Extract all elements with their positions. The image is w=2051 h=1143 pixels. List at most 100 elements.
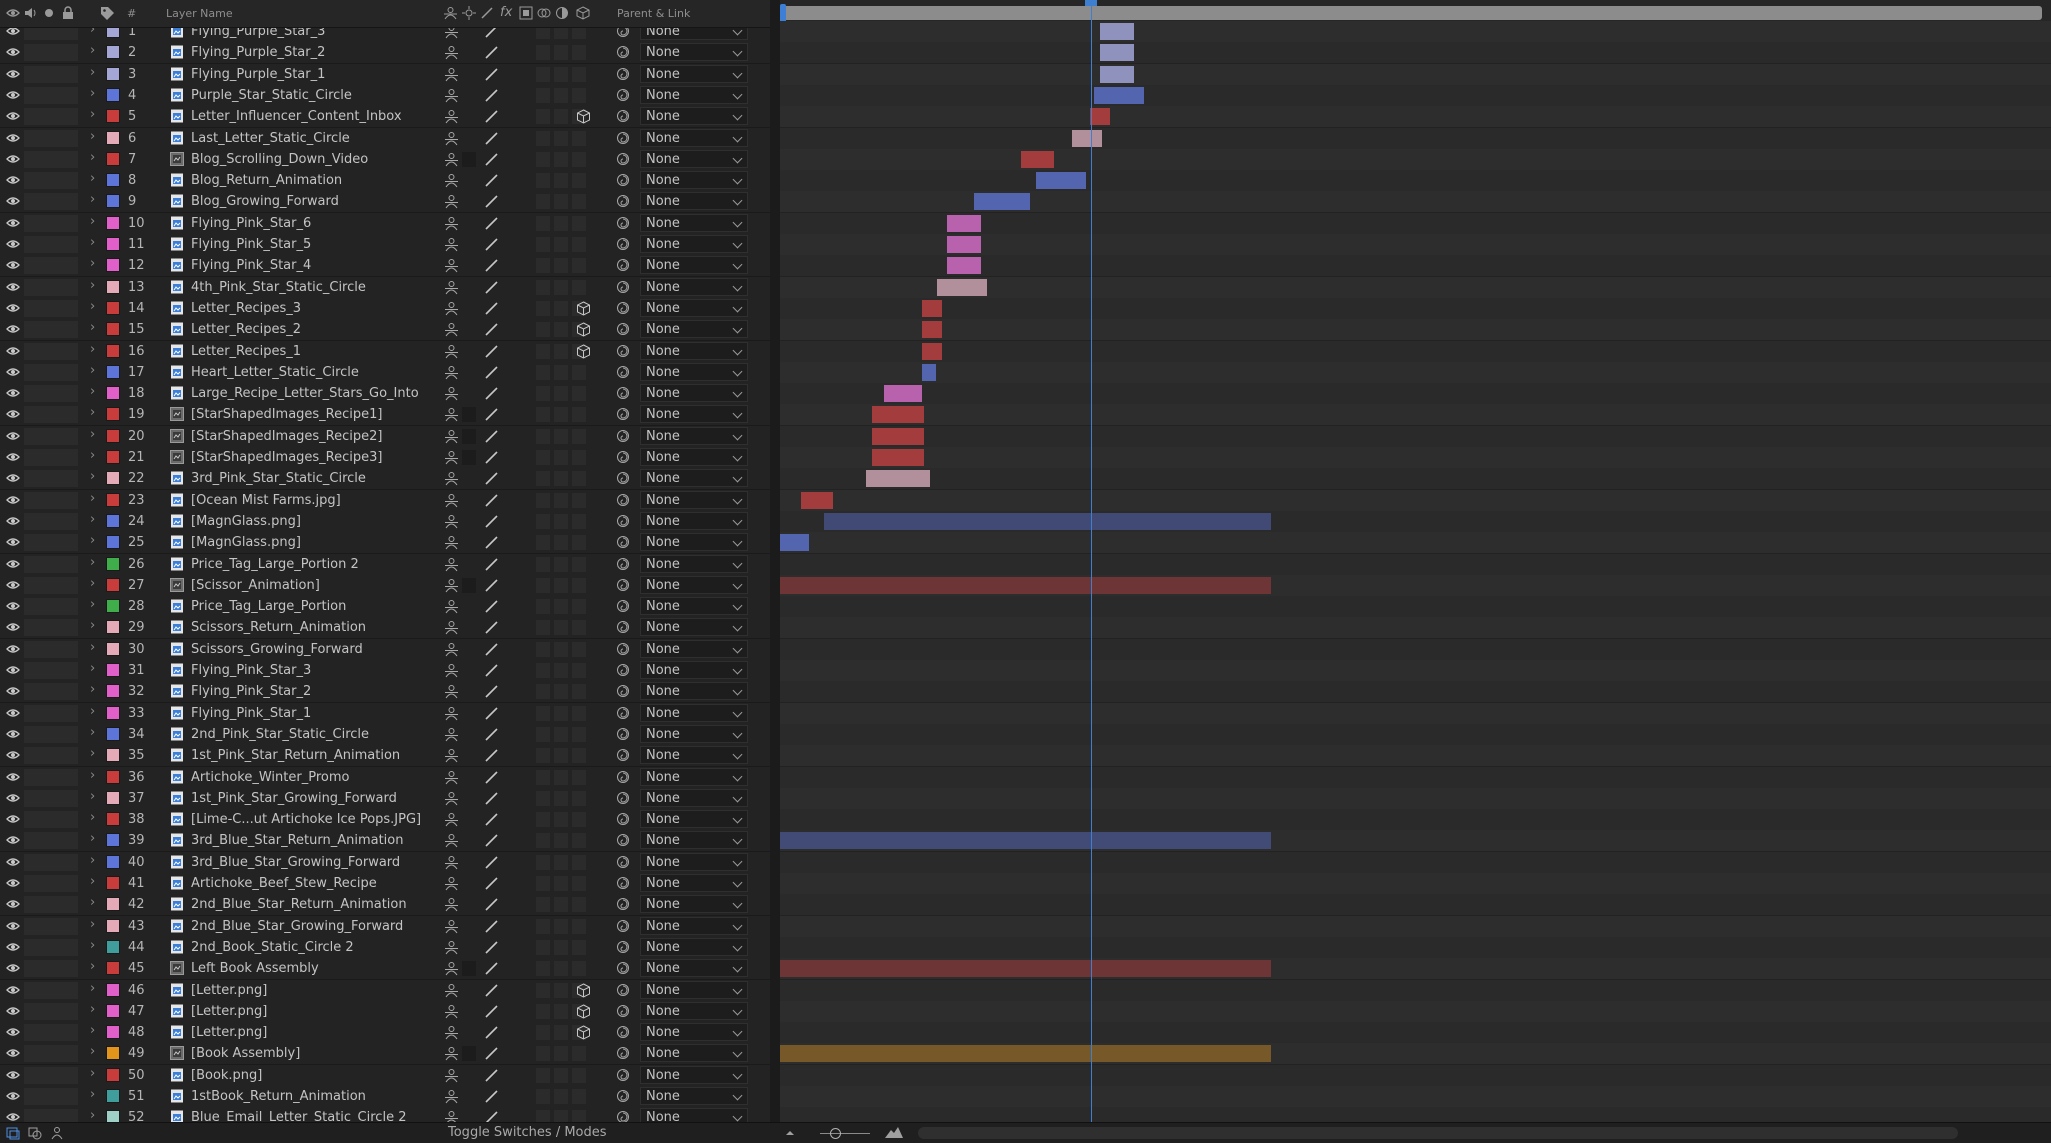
quality-slash-icon[interactable]	[484, 557, 499, 572]
solo-switch[interactable]	[42, 811, 60, 829]
3d-switch[interactable]	[572, 258, 586, 274]
transfer-controls-icon[interactable]	[50, 1126, 64, 1140]
lock-switch[interactable]	[60, 321, 78, 339]
audio-switch[interactable]	[24, 86, 42, 104]
motion-blur-switch[interactable]	[536, 726, 550, 742]
3d-switch[interactable]	[572, 279, 586, 295]
adjustment-switch[interactable]	[554, 322, 568, 338]
shy-icon[interactable]	[444, 344, 459, 359]
solo-switch[interactable]	[42, 875, 60, 892]
layer-row[interactable]: › 16 Letter_Recipes_1 None	[0, 340, 770, 363]
layer-row[interactable]: › 40 3rd_Blue_Star_Growing_Forward None	[0, 851, 770, 874]
quality-slash-icon[interactable]	[484, 67, 499, 82]
audio-switch[interactable]	[24, 640, 42, 658]
label-color-swatch[interactable]	[106, 961, 120, 976]
lock-switch[interactable]	[60, 28, 78, 40]
parent-pickwhip-icon[interactable]	[616, 429, 630, 443]
timeline-track-row[interactable]	[780, 787, 2051, 810]
audio-switch[interactable]	[24, 44, 42, 62]
lock-switch[interactable]	[60, 108, 78, 126]
lock-switch[interactable]	[60, 193, 78, 211]
label-color-swatch[interactable]	[106, 407, 120, 422]
solo-switch[interactable]	[42, 44, 60, 62]
layer-row[interactable]: › 13 4th_Pink_Star_Static_Circle None	[0, 276, 770, 299]
layer-name[interactable]: Flying_Pink_Star_1	[191, 706, 311, 721]
layer-row[interactable]: › 21 [StarShapedImages_Recipe3] None	[0, 447, 770, 469]
parent-pickwhip-icon[interactable]	[616, 28, 630, 38]
lock-switch[interactable]	[60, 576, 78, 594]
audio-switch[interactable]	[24, 1109, 42, 1122]
motion-blur-switch[interactable]	[536, 237, 550, 252]
timeline-track-row[interactable]	[780, 21, 2051, 43]
layer-name[interactable]: Flying_Pink_Star_4	[191, 258, 311, 273]
timeline-track-row[interactable]	[780, 958, 2051, 981]
layer-row[interactable]: › 31 Flying_Pink_Star_3 None	[0, 660, 770, 682]
parent-dropdown[interactable]: None	[640, 724, 748, 743]
collapse-switch-box[interactable]	[462, 407, 476, 423]
shy-icon[interactable]	[444, 1089, 459, 1104]
label-color-swatch[interactable]	[106, 876, 120, 890]
layer-name[interactable]: Last_Letter_Static_Circle	[191, 131, 350, 146]
shy-icon[interactable]	[444, 450, 459, 465]
3d-switch[interactable]	[572, 215, 586, 231]
timeline-track-row[interactable]	[780, 148, 2051, 171]
label-color-swatch[interactable]	[106, 918, 120, 933]
audio-switch[interactable]	[24, 811, 42, 829]
adjustment-switch[interactable]	[554, 918, 568, 934]
shy-icon[interactable]	[444, 514, 459, 529]
audio-switch[interactable]	[24, 28, 42, 40]
layer-name[interactable]: Flying_Purple_Star_2	[191, 45, 325, 60]
expand-chevron-icon[interactable]: ›	[90, 1002, 95, 1017]
motion-blur-switch[interactable]	[536, 577, 550, 593]
layer-duration-bar[interactable]	[780, 832, 1271, 850]
motion-blur-switch[interactable]	[536, 1003, 550, 1019]
layer-name[interactable]: 3rd_Pink_Star_Static_Circle	[191, 471, 366, 486]
adjustment-switch[interactable]	[554, 513, 568, 529]
parent-pickwhip-icon[interactable]	[616, 770, 630, 784]
3d-switch[interactable]	[572, 705, 586, 721]
layer-name-header[interactable]: Layer Name	[166, 7, 233, 20]
collapse-switch-box[interactable]	[462, 428, 476, 444]
audio-switch[interactable]	[24, 789, 42, 807]
3d-switch[interactable]	[572, 364, 586, 380]
shy-icon[interactable]	[444, 237, 459, 252]
timeline-track-row[interactable]	[780, 84, 2051, 107]
quality-slash-icon[interactable]	[484, 578, 499, 593]
timeline-track-row[interactable]	[780, 234, 2051, 256]
audio-switch[interactable]	[24, 534, 42, 552]
layer-duration-bar[interactable]	[780, 534, 809, 552]
parent-dropdown[interactable]: None	[640, 1087, 748, 1105]
3d-layer-icon[interactable]	[576, 6, 590, 20]
lock-switch[interactable]	[60, 214, 78, 232]
collapse-switch-box[interactable]	[462, 961, 476, 977]
adjustment-switch[interactable]	[554, 279, 568, 295]
motion-blur-switch[interactable]	[536, 961, 550, 977]
3d-switch[interactable]	[572, 513, 586, 529]
adjustment-switch[interactable]	[554, 812, 568, 828]
layer-duration-bar[interactable]	[884, 385, 922, 403]
adjustment-switch[interactable]	[554, 684, 568, 700]
panel-divider[interactable]	[770, 0, 780, 1122]
expand-chevron-icon[interactable]: ›	[90, 555, 95, 570]
shy-icon[interactable]	[444, 961, 459, 976]
lock-switch[interactable]	[60, 1088, 78, 1105]
parent-dropdown[interactable]: None	[640, 320, 748, 339]
visibility-eye-icon[interactable]	[6, 28, 20, 36]
audio-switch[interactable]	[24, 683, 42, 701]
shy-icon[interactable]	[444, 876, 459, 891]
layer-name[interactable]: Letter_Influencer_Content_Inbox	[191, 109, 402, 124]
motion-blur-switch[interactable]	[536, 790, 550, 806]
layer-name[interactable]: Blog_Return_Animation	[191, 173, 342, 188]
audio-switch[interactable]	[24, 172, 42, 190]
parent-dropdown[interactable]: None	[640, 43, 748, 62]
quality-slash-icon[interactable]	[484, 897, 499, 912]
motion-blur-switch[interactable]	[536, 300, 550, 316]
solo-switch[interactable]	[42, 598, 60, 616]
adjustment-switch[interactable]	[554, 854, 568, 870]
layer-duration-bar[interactable]	[1100, 65, 1134, 83]
layer-name[interactable]: Flying_Pink_Star_5	[191, 237, 311, 252]
layer-row[interactable]: › 19 [StarShapedImages_Recipe1] None	[0, 404, 770, 427]
solo-switch[interactable]	[42, 193, 60, 211]
timeline-track-row[interactable]	[780, 553, 2051, 576]
visibility-eye-icon[interactable]	[6, 814, 20, 824]
